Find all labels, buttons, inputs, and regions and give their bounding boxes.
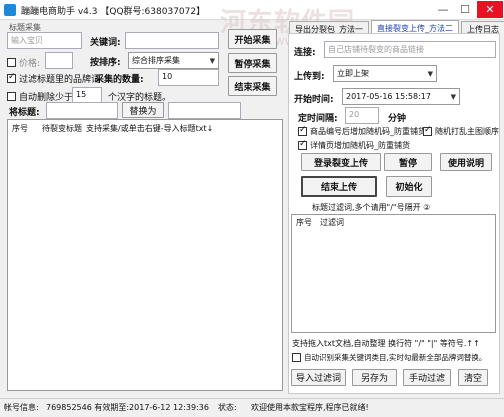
header-index: 序号 [12,124,28,133]
manual-filter-button[interactable]: 手动过滤 [403,369,451,386]
item-search-input[interactable]: 输入宝贝 [7,32,82,49]
code-append-label: 商品编号后增加随机码_防重铺货 [310,127,426,136]
filter-list-header: 序号 过滤词 [292,215,495,230]
header-title: 待裂变标题 [42,124,82,133]
replace-title-label: 将标题: [9,108,40,118]
filter-brand-row[interactable]: 过滤标题里的品牌词 [7,72,100,85]
keyword-label: 关键词: [90,38,121,48]
minimize-button[interactable]: — [432,1,454,18]
price-checkbox[interactable] [7,58,16,67]
auto-brand-row[interactable]: 自动识别采集关键词类目,实时勾最新全部品牌词替换。 [292,352,486,363]
code-append-checkbox[interactable] [298,125,307,136]
txt-note: 支持拖入txt文档,自动整理 换行符 "/" "|" 等符号.↑↑ [292,339,480,348]
init-button[interactable]: 初始化 [386,176,432,197]
filter-brand-checkbox[interactable] [7,72,16,83]
price-from-input[interactable] [45,52,73,69]
collect-count-input[interactable]: 10 [158,69,219,86]
filter-header-index: 序号 [296,218,312,227]
filter-brand-label: 过滤标题里的品牌词 [19,75,101,85]
sort-label: 按排序: [90,58,121,68]
auto-brand-checkbox[interactable] [292,353,301,362]
random-image-row[interactable]: 随机打乱主图顺序 [423,125,499,137]
replace-from-input[interactable] [46,102,118,119]
import-filter-button[interactable]: 导入过滤词 [291,369,346,386]
chevron-down-icon: ▼ [450,92,456,101]
start-time-picker[interactable]: 2017-05-16 15:58:17 ▼ [342,88,460,105]
maximize-button[interactable]: ☐ [454,1,476,18]
code-append-row[interactable]: 商品编号后增加随机码_防重铺货 [298,125,426,137]
random-image-checkbox[interactable] [423,125,432,136]
pause-upload-button[interactable]: 暂停 [384,153,432,171]
auto-delete-checkbox[interactable] [7,92,16,101]
link-input[interactable]: 自己店铺待裂变的商品链接 [324,41,496,58]
start-time-label: 开始时间: [294,95,334,105]
start-time-value: 2017-05-16 15:58:17 [346,92,431,101]
price-row: 价格: [7,56,40,69]
link-label: 连接: [294,48,316,58]
sort-select-value: 综合排序采集 [132,56,180,65]
sort-select[interactable]: 综合排序采集 ▼ [128,52,219,69]
upload-to-select[interactable]: 立即上架 ▼ [333,65,437,82]
replace-button[interactable]: 替换为 [122,102,164,118]
interval-unit: 分钟 [388,114,407,124]
pause-collect-button[interactable]: 暂停采集 [228,53,277,73]
window-title: 蹦蹦电商助手 v4.3 【QQ群号:638037072】 [21,7,206,17]
chevron-down-icon: ▼ [427,69,433,78]
clear-button[interactable]: 清空 [458,369,488,386]
title-list-header: 序号 待裂变标题 支持采集/或单击右键-导入标题txt↓ [8,120,282,137]
end-upload-button[interactable]: 结束上传 [301,176,377,197]
keyword-input[interactable] [125,32,219,49]
replace-to-input[interactable] [168,102,241,119]
detail-code-checkbox[interactable] [298,139,307,150]
interval-label: 定时间隔: [298,114,338,124]
price-label: 价格: [19,59,41,69]
random-image-label: 随机打乱主图顺序 [435,127,499,136]
start-collect-button[interactable]: 开始采集 [228,29,277,49]
state-label: 状态: [218,403,237,412]
save-as-button[interactable]: 另存为 [352,369,397,386]
title-list[interactable]: 序号 待裂变标题 支持采集/或单击右键-导入标题txt↓ [7,119,283,391]
detail-code-row[interactable]: 详情页增加随机码_防重铺货 [298,139,410,151]
help-button[interactable]: 使用说明 [440,153,492,171]
close-button[interactable]: ✕ [477,1,503,18]
collect-count-label: 采集的数量: [95,75,144,85]
upload-to-value: 立即上架 [337,69,369,78]
chevron-down-icon: ▼ [209,56,215,65]
fission-upload-button[interactable]: 登录裂变上传 [301,153,381,171]
filter-header-word: 过滤词 [320,218,344,227]
app-icon [4,4,16,16]
upload-to-label: 上传到: [294,72,325,82]
filter-words-list[interactable]: 序号 过滤词 [291,214,496,333]
header-import-hint: 支持采集/或单击右键-导入标题txt↓ [86,124,214,133]
detail-code-label: 详情页增加随机码_防重铺货 [310,141,410,150]
auto-brand-label: 自动识别采集关键词类目,实时勾最新全部品牌词替换。 [304,353,487,362]
account-label: 帐号信息: [4,403,39,412]
interval-input[interactable]: 20 [345,107,379,124]
stop-collect-button[interactable]: 结束采集 [228,76,277,96]
filter-words-label: 标题过滤词,多个请用"/"号隔开 ② [312,203,431,212]
state-value: 欢迎使用本款宝程序,程序已就绪! [251,403,369,412]
account-value: 769852546 有效期至:2017-6-12 12:39:36 [46,403,209,412]
